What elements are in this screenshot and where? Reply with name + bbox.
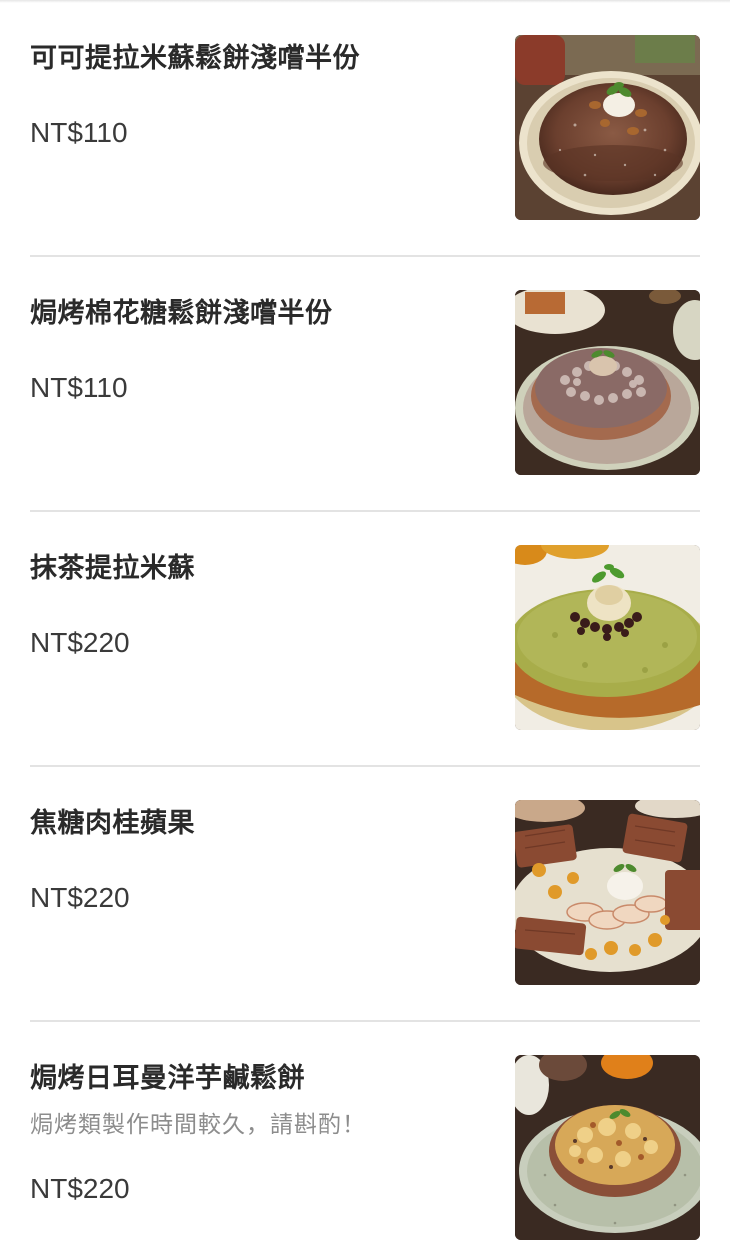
divider: [30, 255, 700, 257]
baked-german-potato-waffle-photo[interactable]: [515, 1055, 700, 1240]
divider: [30, 0, 700, 1]
item-name: 可可提拉米蘇鬆餅淺嚐半份: [30, 43, 360, 74]
caramel-apple-image: [515, 800, 700, 985]
item-price: NT$220: [30, 1173, 130, 1204]
item-price: NT$110: [30, 372, 128, 403]
divider: [30, 1020, 700, 1022]
baked-marshmallow-image: [515, 290, 700, 475]
item-price: NT$110: [30, 117, 128, 148]
item-description: 焗烤類製作時間較久，請斟酌！: [30, 1112, 366, 1138]
menu-screen: 可可提拉米蘇鬆餅淺嚐半份 NT$110 焗烤棉花糖鬆餅淺嚐半份 NT$110 抹…: [0, 0, 730, 1254]
divider: [30, 765, 700, 767]
menu-item-cocoa-tiramisu-half[interactable]: 可可提拉米蘇鬆餅淺嚐半份 NT$110: [30, 0, 700, 255]
matcha-tiramisu-image: [515, 545, 700, 730]
baked-marshmallow-waffle-photo[interactable]: [515, 290, 700, 475]
menu-item-caramel-cinnamon-apple[interactable]: 焦糖肉桂蘋果 NT$220: [30, 765, 700, 1020]
baked-potato-image: [515, 1055, 700, 1240]
cocoa-tiramisu-waffle-photo[interactable]: [515, 35, 700, 220]
item-name: 焗烤棉花糖鬆餅淺嚐半份: [30, 298, 333, 329]
menu-item-matcha-tiramisu[interactable]: 抹茶提拉米蘇 NT$220: [30, 510, 700, 765]
item-price: NT$220: [30, 627, 130, 658]
matcha-tiramisu-waffle-photo[interactable]: [515, 545, 700, 730]
cocoa-tiramisu-image: [515, 35, 700, 220]
menu-item-baked-german-potato[interactable]: 焗烤日耳曼洋芋鹹鬆餅 焗烤類製作時間較久，請斟酌！ NT$220: [30, 1020, 700, 1254]
divider: [30, 510, 700, 512]
item-name: 抹茶提拉米蘇: [30, 553, 195, 584]
item-name: 焗烤日耳曼洋芋鹹鬆餅: [30, 1063, 305, 1094]
item-name: 焦糖肉桂蘋果: [30, 808, 195, 839]
menu-item-baked-marshmallow-half[interactable]: 焗烤棉花糖鬆餅淺嚐半份 NT$110: [30, 255, 700, 510]
caramel-cinnamon-apple-waffle-photo[interactable]: [515, 800, 700, 985]
item-price: NT$220: [30, 882, 130, 913]
